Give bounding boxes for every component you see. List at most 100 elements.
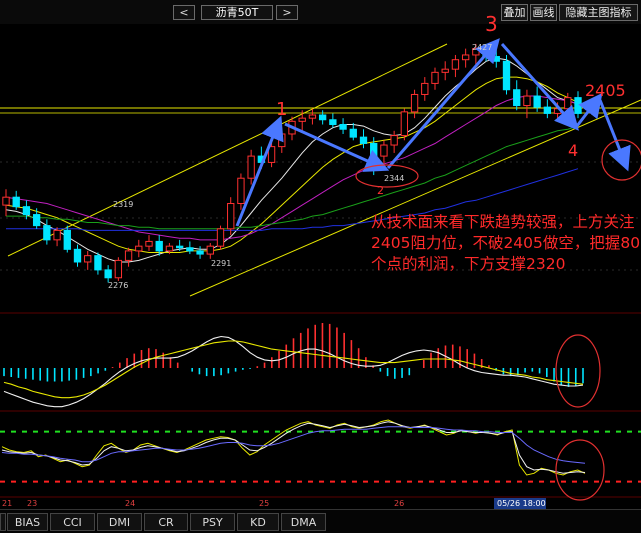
candle-body bbox=[574, 97, 582, 114]
candle bbox=[431, 67, 439, 90]
candle bbox=[53, 227, 61, 247]
candle bbox=[359, 129, 368, 149]
candle-body bbox=[421, 82, 429, 95]
candle bbox=[135, 239, 143, 258]
price-label-2276: 2276 bbox=[108, 281, 128, 290]
candle bbox=[513, 80, 521, 111]
candle-body bbox=[502, 60, 511, 91]
candle bbox=[12, 190, 20, 210]
oscillator-line bbox=[1, 421, 586, 474]
candle bbox=[390, 130, 398, 153]
highlight-circle-macd bbox=[555, 334, 601, 408]
candle bbox=[523, 89, 531, 119]
candle-body bbox=[278, 133, 286, 148]
candle bbox=[380, 140, 388, 164]
candle-body bbox=[196, 250, 204, 255]
oscillator-line bbox=[1, 419, 586, 476]
candle-body bbox=[410, 93, 419, 113]
candle-body bbox=[380, 144, 388, 157]
tab-cci[interactable]: CCI bbox=[50, 513, 95, 531]
candle-body bbox=[451, 59, 460, 70]
candle-body bbox=[339, 123, 347, 130]
wave-label-1: 1 bbox=[276, 99, 287, 120]
tab-cr[interactable]: CR bbox=[144, 513, 188, 531]
candle bbox=[278, 127, 286, 153]
candle bbox=[318, 110, 327, 125]
candle bbox=[227, 197, 235, 236]
wave-label-3: 3 bbox=[485, 12, 498, 36]
candle bbox=[339, 118, 347, 134]
candle-body bbox=[400, 111, 409, 137]
candle bbox=[43, 219, 51, 245]
wave-label-4: 4 bbox=[568, 141, 578, 160]
candle-body bbox=[165, 245, 174, 252]
candle bbox=[73, 244, 82, 267]
candle bbox=[216, 225, 225, 250]
candle bbox=[308, 108, 317, 125]
candle-body bbox=[370, 142, 378, 157]
candle bbox=[574, 91, 582, 119]
cursor-date-label: 05/26 18:00 bbox=[497, 499, 546, 508]
date-label-26: 26 bbox=[394, 499, 404, 508]
candle-body bbox=[186, 247, 194, 252]
candle-body bbox=[349, 128, 357, 138]
candle-body bbox=[237, 177, 245, 205]
wave-arrow-3 bbox=[386, 38, 500, 169]
highlight-circle-target bbox=[601, 139, 641, 181]
wave-arrow-4 bbox=[500, 43, 579, 131]
candle-body bbox=[43, 225, 51, 241]
candle-body bbox=[533, 95, 541, 108]
candle bbox=[421, 77, 429, 101]
candle bbox=[349, 122, 357, 141]
candle-body bbox=[114, 259, 123, 279]
candle bbox=[410, 89, 419, 119]
candle bbox=[104, 265, 112, 283]
candle-body bbox=[216, 228, 225, 247]
indicator-tabs: BIAS CCI DMI CR PSY KD DMA bbox=[0, 509, 641, 533]
price-label-2344: 2344 bbox=[384, 174, 404, 183]
candle bbox=[124, 247, 133, 267]
candle-body bbox=[390, 135, 398, 146]
candle bbox=[94, 252, 102, 275]
candle bbox=[63, 225, 71, 253]
wave-arrow-6 bbox=[598, 99, 631, 172]
candle bbox=[32, 208, 41, 229]
candle bbox=[186, 241, 194, 255]
candle-body bbox=[175, 245, 184, 249]
candle-body bbox=[523, 95, 531, 107]
date-label-21: 21 bbox=[2, 499, 12, 508]
candle-body bbox=[564, 97, 572, 110]
macd-indicator-layer bbox=[3, 323, 584, 408]
candle bbox=[206, 243, 214, 259]
candle-body bbox=[73, 248, 82, 263]
tab-dma[interactable]: DMA bbox=[281, 513, 326, 531]
tab-psy[interactable]: PSY bbox=[190, 513, 235, 531]
tab-dmi[interactable]: DMI bbox=[97, 513, 142, 531]
candle-body bbox=[22, 206, 31, 216]
candle-body bbox=[53, 229, 61, 241]
candle-body bbox=[441, 68, 449, 73]
candle-body bbox=[84, 255, 92, 263]
candle-body bbox=[308, 114, 317, 119]
price-label-2291: 2291 bbox=[211, 259, 231, 268]
candle-body bbox=[32, 214, 41, 227]
candle bbox=[145, 235, 153, 251]
candle-body bbox=[492, 56, 500, 62]
candle bbox=[461, 48, 470, 68]
candle-body bbox=[12, 196, 20, 208]
candle-body bbox=[145, 240, 153, 247]
wave-arrow-2 bbox=[284, 122, 390, 172]
candle bbox=[237, 173, 245, 210]
price-label-2319: 2319 bbox=[113, 200, 133, 209]
candle bbox=[492, 50, 500, 68]
candle-body bbox=[227, 203, 235, 230]
candle-body bbox=[318, 114, 327, 121]
tab-kd[interactable]: KD bbox=[237, 513, 279, 531]
tab-left-edge bbox=[0, 513, 6, 531]
tab-bias[interactable]: BIAS bbox=[7, 513, 48, 531]
candle-body bbox=[247, 155, 255, 179]
wave-label-2: 2 bbox=[377, 184, 384, 197]
candle bbox=[196, 246, 204, 259]
candle-body bbox=[359, 136, 368, 144]
candle-body bbox=[431, 71, 439, 84]
